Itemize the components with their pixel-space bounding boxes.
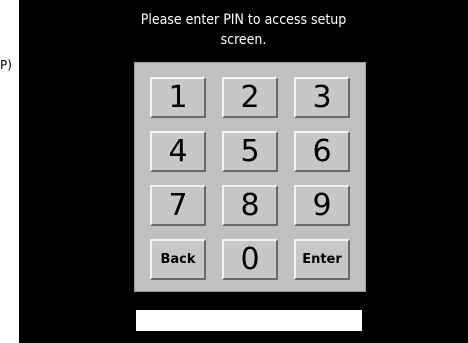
key-1[interactable]: 1 [150,77,206,118]
pin-prompt-line-2: screen. [220,32,267,48]
key-7[interactable]: 7 [150,185,206,226]
enter-button[interactable]: Enter [294,239,350,280]
pin-prompt: Please enter PIN to access setup screen. [19,10,468,50]
key-5[interactable]: 5 [222,131,278,172]
pin-entry-screen: Please enter PIN to access setup screen.… [19,0,468,343]
back-button[interactable]: Back [150,239,206,280]
key-4[interactable]: 4 [150,131,206,172]
key-8[interactable]: 8 [222,185,278,226]
key-6[interactable]: 6 [294,131,350,172]
key-3[interactable]: 3 [294,77,350,118]
key-0[interactable]: 0 [222,239,278,280]
key-9[interactable]: 9 [294,185,350,226]
pin-input[interactable] [136,310,362,331]
key-2[interactable]: 2 [222,77,278,118]
cropped-text-fragment: P) [0,58,12,72]
pin-prompt-line-1: Please enter PIN to access setup [140,12,347,28]
numeric-keypad: 1 2 3 4 5 6 7 8 9 Back 0 Enter [134,62,366,292]
